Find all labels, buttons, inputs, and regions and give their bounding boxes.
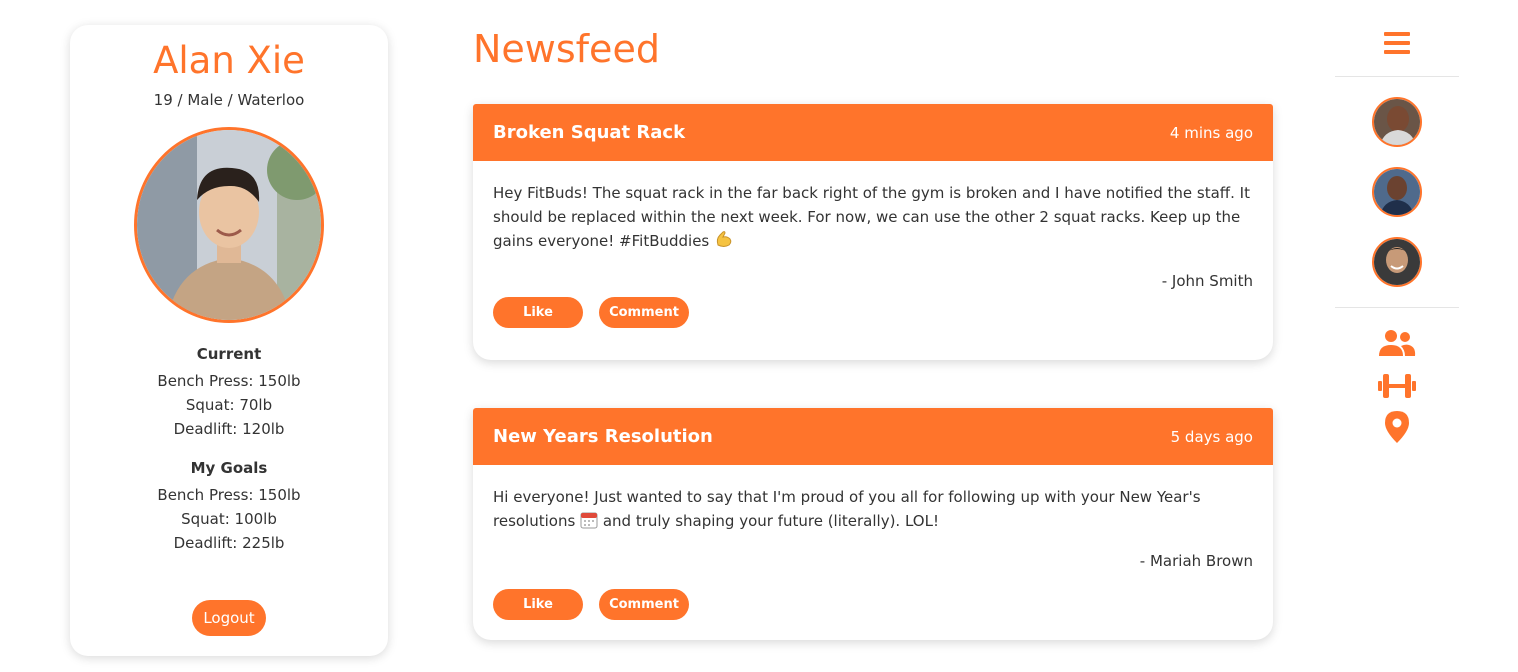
friend-avatar[interactable] [1372, 167, 1422, 217]
post-body: Hi everyone! Just wanted to say that I'm… [473, 465, 1273, 573]
post-text: Hey FitBuds! The squat rack in the far b… [493, 184, 1250, 250]
like-button[interactable]: Like [493, 297, 583, 328]
goal-bench: Bench Press: 150lb [157, 486, 301, 504]
profile-avatar [134, 127, 324, 323]
post-title: New Years Resolution [493, 426, 713, 447]
post-actions: Like Comment [473, 297, 1273, 328]
divider [1335, 76, 1459, 77]
right-sidebar [1335, 26, 1459, 444]
post-author: - John Smith [1161, 272, 1253, 290]
current-stats: Bench Press: 150lb Squat: 70lb Deadlift:… [70, 369, 388, 441]
profile-meta: 19 / Male / Waterloo [153, 91, 305, 109]
profile-card: Alan Xie 19 / Male / Waterloo Current Be… [70, 25, 388, 656]
profile-name: Alan Xie [153, 39, 305, 82]
current-squat: Squat: 70lb [185, 396, 273, 414]
flexed-biceps-icon [716, 231, 732, 247]
post-body: Hey FitBuds! The squat rack in the far b… [473, 161, 1273, 293]
post-timestamp: 5 days ago [1170, 427, 1253, 446]
post-author: - Mariah Brown [1139, 552, 1253, 570]
comment-button[interactable]: Comment [599, 589, 689, 620]
divider [1335, 307, 1459, 308]
goals-heading: My Goals [190, 459, 268, 477]
post-card: New Years Resolution 5 days ago Hi every… [473, 408, 1273, 640]
dumbbell-icon[interactable] [1377, 372, 1417, 400]
goal-deadlift: Deadlift: 225lb [173, 534, 285, 552]
friend-avatar[interactable] [1372, 237, 1422, 287]
current-deadlift: Deadlift: 120lb [173, 420, 285, 438]
post-actions: Like Comment [473, 589, 1273, 620]
post-card: Broken Squat Rack 4 mins ago Hey FitBuds… [473, 104, 1273, 360]
logout-button[interactable]: Logout [192, 600, 266, 636]
goal-squat: Squat: 100lb [181, 510, 277, 528]
page-title: Newsfeed [473, 27, 660, 71]
post-header: Broken Squat Rack 4 mins ago [473, 104, 1273, 161]
like-button[interactable]: Like [493, 589, 583, 620]
post-title: Broken Squat Rack [493, 122, 686, 143]
comment-button[interactable]: Comment [599, 297, 689, 328]
location-pin-icon[interactable] [1384, 410, 1410, 444]
post-header: New Years Resolution 5 days ago [473, 408, 1273, 465]
post-timestamp: 4 mins ago [1169, 123, 1253, 142]
current-heading: Current [196, 345, 262, 363]
friend-avatar[interactable] [1372, 97, 1422, 147]
goal-stats: Bench Press: 150lb Squat: 100lb Deadlift… [70, 483, 388, 555]
hamburger-menu-icon[interactable] [1383, 30, 1411, 56]
users-icon[interactable] [1377, 328, 1417, 358]
current-bench: Bench Press: 150lb [157, 372, 301, 390]
post-text-continued: and truly shaping your future (literally… [602, 512, 939, 530]
calendar-icon [580, 512, 598, 529]
